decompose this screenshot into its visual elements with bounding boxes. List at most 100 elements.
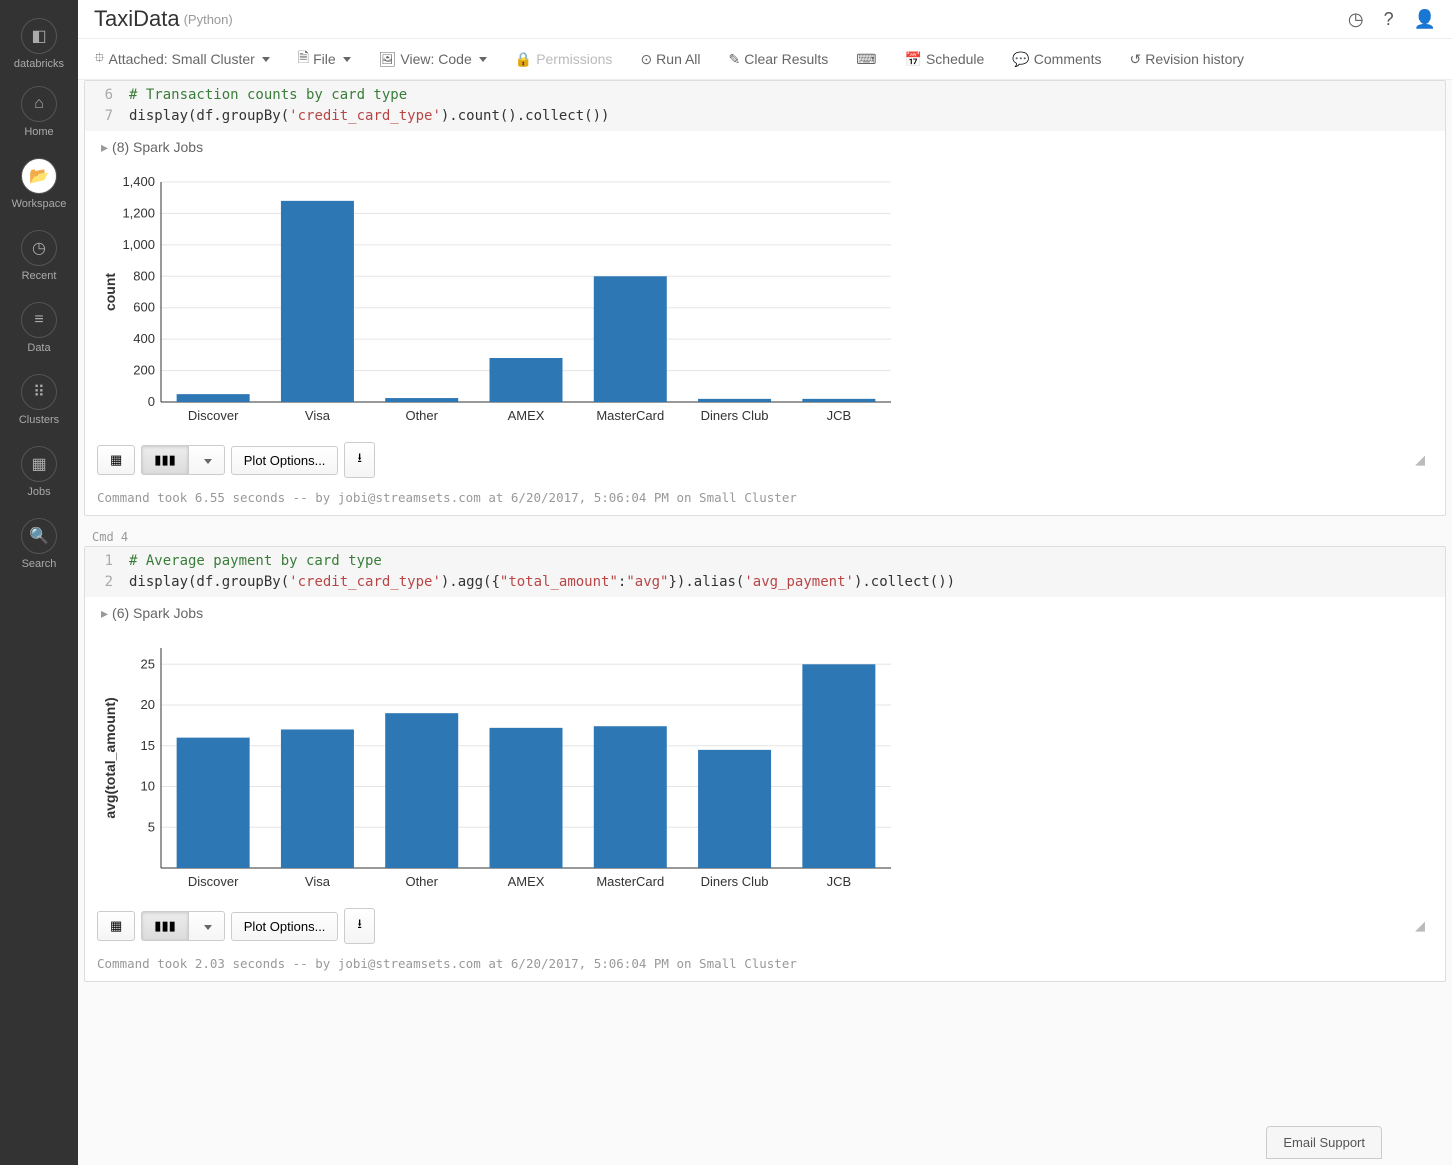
resize-handle-icon[interactable]: ◢: [1415, 918, 1433, 934]
chart-type-dropdown[interactable]: [188, 911, 225, 941]
clock-icon: ◷: [21, 230, 57, 266]
triangle-right-icon: ▸: [101, 605, 108, 621]
svg-text:AMEX: AMEX: [508, 874, 545, 889]
spark-jobs-toggle[interactable]: ▸(6) Spark Jobs: [85, 597, 1445, 630]
user-icon[interactable]: 👤: [1414, 9, 1436, 30]
cell-cmd4: 12 # Average payment by card type displa…: [84, 546, 1446, 982]
file-dropdown[interactable]: 🗎 File: [298, 47, 351, 71]
sidebar-item-jobs[interactable]: ▦ Jobs: [0, 436, 78, 508]
notebook-content: 67 # Transaction counts by card type dis…: [78, 80, 1452, 1165]
svg-text:avg(total_amount): avg(total_amount): [102, 697, 118, 818]
svg-text:200: 200: [133, 363, 155, 378]
svg-text:Diners Club: Diners Club: [701, 874, 769, 889]
brand[interactable]: ◧ databricks: [0, 8, 78, 76]
view-dropdown[interactable]: 🖼 View: Code: [379, 51, 487, 68]
sidebar-label-home: Home: [0, 126, 78, 138]
chart-avg-by-card: 510152025DiscoverVisaOtherAMEXMasterCard…: [101, 638, 901, 898]
gutter: 67: [85, 81, 121, 131]
clear-results-button[interactable]: ✎ Clear Results: [729, 51, 829, 68]
table-icon: ▦: [110, 452, 122, 467]
svg-text:Visa: Visa: [305, 408, 331, 423]
sitemap-icon: ⯐: [94, 47, 105, 71]
download-button[interactable]: ⭳: [344, 908, 375, 944]
triangle-right-icon: ▸: [101, 139, 108, 155]
runall-label: Run All: [656, 51, 700, 67]
svg-text:1,200: 1,200: [122, 205, 155, 220]
revision-button[interactable]: ↺ Revision history: [1129, 51, 1244, 68]
home-icon: ⌂: [21, 86, 57, 122]
brand-label: databricks: [0, 58, 78, 70]
clock-outline-icon[interactable]: ◷: [1348, 9, 1364, 30]
schedule-button[interactable]: 📅 Schedule: [905, 51, 985, 68]
svg-text:1,400: 1,400: [122, 174, 155, 189]
code-lines[interactable]: # Average payment by card type display(d…: [121, 547, 1445, 597]
bar-chart-button[interactable]: ▮▮▮: [141, 911, 188, 941]
cmd-label: Cmd 4: [78, 524, 1452, 546]
code-block[interactable]: 67 # Transaction counts by card type dis…: [85, 81, 1445, 131]
history-icon: ↺: [1129, 51, 1141, 68]
email-support-button[interactable]: Email Support: [1266, 1126, 1382, 1159]
cluster-icon: ⠿: [21, 374, 57, 410]
gutter: 12: [85, 547, 121, 597]
command-time: Command took 2.03 seconds -- by jobi@str…: [85, 950, 1445, 981]
command-time: Command took 6.55 seconds -- by jobi@str…: [85, 484, 1445, 515]
resize-handle-icon[interactable]: ◢: [1415, 452, 1433, 468]
sidebar-item-recent[interactable]: ◷ Recent: [0, 220, 78, 292]
comments-button[interactable]: 💬 Comments: [1012, 51, 1101, 68]
svg-text:JCB: JCB: [827, 408, 852, 423]
code-block[interactable]: 12 # Average payment by card type displa…: [85, 547, 1445, 597]
attached-label: Attached: Small Cluster: [109, 51, 255, 67]
svg-text:Discover: Discover: [188, 408, 239, 423]
sidebar-item-search[interactable]: 🔍 Search: [0, 508, 78, 580]
table-view-button[interactable]: ▦: [97, 911, 135, 941]
sidebar-item-data[interactable]: ≡ Data: [0, 292, 78, 364]
sidebar-label-workspace: Workspace: [0, 198, 78, 210]
sidebar-label-jobs: Jobs: [0, 486, 78, 498]
spark-jobs-label: (8) Spark Jobs: [112, 139, 203, 155]
table-view-button[interactable]: ▦: [97, 445, 135, 475]
play-circle-icon: ⊙: [640, 51, 652, 68]
sidebar: ◧ databricks ⌂ Home 📂 Workspace ◷ Recent…: [0, 0, 78, 1165]
lock-icon: 🔒: [515, 51, 532, 68]
main: TaxiData (Python) ◷ ? 👤 ⯐ Attached: Smal…: [78, 0, 1452, 1165]
chart-type-dropdown[interactable]: [188, 445, 225, 475]
svg-text:20: 20: [141, 697, 155, 712]
bar-chart-icon: ▮▮▮: [154, 918, 175, 933]
download-button[interactable]: ⭳: [344, 442, 375, 478]
run-all-button[interactable]: ⊙ Run All: [640, 51, 700, 68]
toolbar: ⯐ Attached: Small Cluster 🗎 File 🖼 View:…: [78, 39, 1452, 80]
svg-text:Other: Other: [405, 874, 438, 889]
code-lines[interactable]: # Transaction counts by card type displa…: [121, 81, 1445, 131]
sidebar-item-clusters[interactable]: ⠿ Clusters: [0, 364, 78, 436]
spark-jobs-toggle[interactable]: ▸(8) Spark Jobs: [85, 131, 1445, 164]
svg-text:25: 25: [141, 656, 155, 671]
comment-icon: 💬: [1012, 51, 1029, 68]
svg-text:800: 800: [133, 268, 155, 283]
notebook-title[interactable]: TaxiData: [94, 6, 180, 32]
file-icon: 🗎: [298, 47, 309, 71]
sidebar-item-home[interactable]: ⌂ Home: [0, 76, 78, 148]
chart-area-2: 510152025DiscoverVisaOtherAMEXMasterCard…: [85, 630, 1445, 902]
plot-options-button[interactable]: Plot Options...: [231, 446, 339, 475]
sidebar-item-workspace[interactable]: 📂 Workspace: [0, 148, 78, 220]
schedule-label: Schedule: [926, 51, 984, 67]
help-icon[interactable]: ?: [1384, 9, 1394, 30]
svg-text:JCB: JCB: [827, 874, 852, 889]
svg-text:Discover: Discover: [188, 874, 239, 889]
image-icon: 🖼: [379, 51, 397, 68]
attached-dropdown[interactable]: ⯐ Attached: Small Cluster: [94, 47, 270, 71]
svg-text:1,000: 1,000: [122, 237, 155, 252]
sidebar-label-search: Search: [0, 558, 78, 570]
plot-options-button[interactable]: Plot Options...: [231, 912, 339, 941]
calendar-icon: 📅: [905, 51, 922, 68]
svg-text:0: 0: [148, 394, 155, 409]
calendar-icon: ▦: [21, 446, 57, 482]
download-icon: ⭳: [357, 916, 362, 931]
svg-text:600: 600: [133, 300, 155, 315]
bar-chart-button[interactable]: ▮▮▮: [141, 445, 188, 475]
caret-down-icon: [479, 57, 487, 62]
keyboard-icon: ⌨: [856, 51, 876, 68]
keyboard-button[interactable]: ⌨: [856, 51, 876, 68]
svg-text:Diners Club: Diners Club: [701, 408, 769, 423]
svg-text:5: 5: [148, 819, 155, 834]
